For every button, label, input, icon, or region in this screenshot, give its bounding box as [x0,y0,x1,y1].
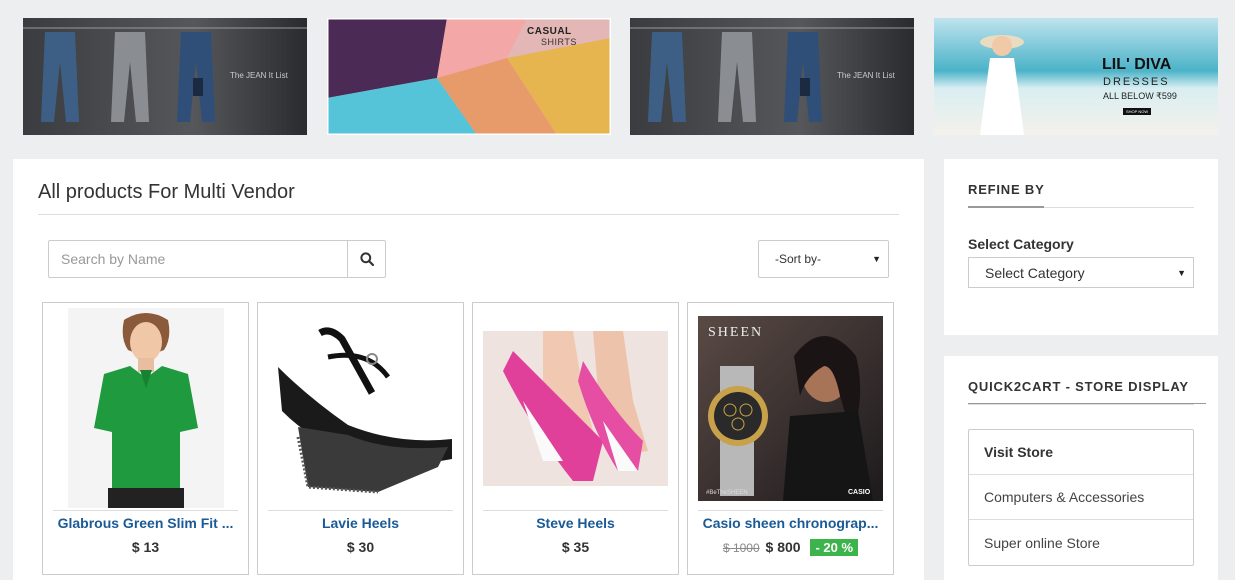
store-item-computers[interactable]: Computers & Accessories [969,475,1193,520]
store-display-panel: QUICK2CART - STORE DISPLAY Visit Store C… [944,356,1218,580]
svg-text:CASIO: CASIO [848,489,871,496]
card-divider [268,510,453,511]
category-select[interactable]: Select Category ▼ [968,257,1194,288]
product-image[interactable]: SHEEN #BeTheSHEEN CASIO [698,316,883,501]
search-input[interactable] [49,241,347,277]
banner-caption-sub: DRESSES [1103,76,1170,88]
sort-select[interactable]: -Sort by- ▼ [758,240,889,278]
store-item-visit-store[interactable]: Visit Store [969,430,1193,475]
sort-select-value: -Sort by- [775,252,822,266]
product-price-row: $ 13 [43,539,248,555]
caret-down-icon: ▼ [872,254,881,264]
product-old-price: $ 1000 [722,541,760,555]
svg-text:SHEEN: SHEEN [708,325,763,340]
refine-divider-accent [968,206,1044,208]
card-divider [698,510,883,511]
banner-jeans-2[interactable]: The JEAN It List [630,18,914,135]
search-button[interactable] [347,241,385,277]
banner-jeans-1[interactable]: The JEAN It List [23,18,307,135]
banner-caption-sub: SHIRTS [541,37,577,47]
product-name[interactable]: Lavie Heels [266,515,455,531]
title-divider [38,214,899,215]
store-display-divider [968,404,1194,405]
banner-caption: LIL' DIVA [1102,56,1172,73]
store-display-divider-accent [968,403,1206,404]
banner-caption-price: ALL BELOW ₹599 [1103,91,1177,101]
product-image[interactable] [68,308,224,508]
banner-caption: The JEAN It List [230,71,288,80]
product-price: $ 800 [765,539,801,555]
svg-text:#BeTheSHEEN: #BeTheSHEEN [706,490,748,496]
banner-casual-shirts[interactable]: CASUAL SHIRTS [327,18,611,135]
discount-badge: - 20 % [810,539,859,556]
product-price: $ 35 [561,539,590,555]
product-price-row: $ 1000 $ 800 - 20 % [688,539,893,556]
product-name[interactable]: Glabrous Green Slim Fit ... [51,515,240,531]
product-name[interactable]: Casio sheen chronograp... [696,515,885,531]
products-panel: All products For Multi Vendor -Sort by- … [13,159,924,580]
page-title: All products For Multi Vendor [38,181,295,203]
refine-panel: REFINE BY Select Category Select Categor… [944,159,1218,335]
product-price-row: $ 35 [473,539,678,555]
product-price-row: $ 30 [258,539,463,555]
product-card[interactable]: SHEEN #BeTheSHEEN CASIO Casio sheen chro… [687,302,894,575]
banner-caption: CASUAL [527,26,572,37]
card-divider [483,510,668,511]
store-display-heading: QUICK2CART - STORE DISPLAY [968,379,1189,394]
product-image[interactable] [483,331,668,486]
category-label: Select Category [968,236,1074,252]
store-list: Visit Store Computers & Accessories Supe… [968,429,1194,566]
category-select-value: Select Category [985,264,1085,281]
search-box [48,240,386,278]
product-card[interactable]: Lavie Heels $ 30 [257,302,464,575]
search-icon [359,252,374,266]
card-divider [53,510,238,511]
refine-heading: REFINE BY [968,182,1045,197]
banner-lil-diva[interactable]: LIL' DIVA DRESSES ALL BELOW ₹599 SHOP NO… [934,18,1218,135]
product-card[interactable]: Glabrous Green Slim Fit ... $ 13 [42,302,249,575]
banner-caption: The JEAN It List [837,71,895,80]
product-name[interactable]: Steve Heels [481,515,670,531]
caret-down-icon: ▼ [1177,267,1186,278]
product-price: $ 13 [131,539,160,555]
product-card[interactable]: Steve Heels $ 35 [472,302,679,575]
store-item-super-online[interactable]: Super online Store [969,520,1193,565]
product-price: $ 30 [346,539,375,555]
product-image[interactable] [268,317,453,503]
banner-shop-now[interactable]: SHOP NOW [1123,108,1152,115]
